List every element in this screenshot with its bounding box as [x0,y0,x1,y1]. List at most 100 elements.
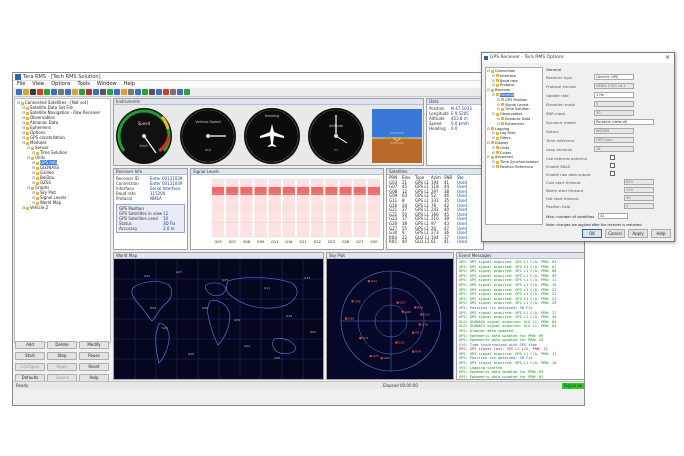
gps-position-box: GPS Position GPS Satellites in view 12 GPS… [116,204,185,233]
folder-icon [496,165,499,169]
checkbox[interactable] [610,155,615,160]
toolbar-button-icon[interactable] [30,89,36,95]
signal-label: G21 [299,240,306,244]
help-button[interactable]: Help [651,229,671,238]
project-tree[interactable]: ⊟ Connected Satellites - [Not set] ⊟ Satell… [14,98,111,343]
world-map: G03 G07 G08 G09 G11 G16 G21 G22 G23 G26 G27 G30 R04 R… [114,258,323,379]
toolbar-button-icon[interactable] [177,89,183,95]
toolbar-button-icon[interactable] [184,89,190,95]
tree-item[interactable]: ⊟ Vehicle 2 [17,205,110,210]
toolbar-button-icon[interactable] [16,89,22,95]
spin-label: Max. number of satellites [546,214,595,219]
menu-item-window[interactable]: Window [97,81,117,88]
sky-satellite-label: G08 [354,299,360,303]
ok-button[interactable]: OK [582,229,602,238]
toolbar-button-icon[interactable] [128,89,134,95]
tree-item-label: Protocol [500,83,515,88]
sky-satellite-label: G07 [415,331,421,335]
field-input[interactable]: Portable (default) [594,119,654,125]
menu-item-tools[interactable]: Tools [78,81,90,88]
start-button[interactable]: Start [15,352,45,360]
toolbar-button-icon[interactable] [86,89,92,95]
dialog-note: Note: changes are applied after the rece… [546,223,642,227]
modify-button[interactable]: Modify [79,341,109,349]
toolbar-button-icon[interactable] [114,89,120,95]
toolbar-button-icon[interactable] [65,89,71,95]
field-input[interactable]: NMEA 0183 v4.1 [594,83,634,89]
attitude-indicator [372,109,422,163]
apply-button[interactable]: Apply [628,229,648,238]
field-input[interactable]: 600 [624,179,654,185]
field-input[interactable]: WGS84 [594,128,634,134]
field-input[interactable]: 18 [594,146,634,152]
map-satellite-marker: G21 [162,326,168,330]
configure-button[interactable]: Configure [15,363,45,371]
field-label: Hot start timeout [546,196,579,201]
map-satellite-marker: G27 [222,278,228,282]
menu-item-help[interactable]: Help [124,81,135,88]
toolbar-button-icon[interactable] [100,89,106,95]
field-input[interactable]: GPS time [594,137,634,143]
signal-label: G27 [356,240,363,244]
tree-item-label: General [500,92,515,97]
event-log[interactable]: GPS: GPS signal acquired: GPS L1 C/A, PR… [457,259,584,379]
menu-item-options[interactable]: Options [51,81,70,88]
map-satellite-marker: R04 [150,306,156,310]
sky-satellite-label: G22 [398,341,404,345]
field-input[interactable]: 1 Hz [594,92,634,98]
field-input[interactable]: 0 [624,203,654,209]
event-log-panel: Event Messages GPS: GPS signal acquired:… [456,252,584,380]
sky-satellite-label: G26 [422,323,428,327]
sky-satellite-dot [395,341,398,344]
field-input[interactable]: 30 [624,195,654,201]
toolbar-button-icon[interactable] [93,89,99,95]
toolbar-button-icon[interactable] [79,89,85,95]
toolbar-button-icon[interactable] [121,89,127,95]
field-label: Datum [546,129,559,134]
toolbar-button-icon[interactable] [135,89,141,95]
field-input[interactable]: 5 [594,101,634,107]
field-input[interactable]: 30 [594,110,634,116]
field-input[interactable]: Generic GPS [594,74,634,80]
vertical-speed-label: Vertical Speed [195,120,220,124]
pause-button[interactable]: Pause [79,352,109,360]
data-panel: Data Position N 47.1033 Longitude E 9.5205 A… [426,98,484,166]
toolbar-button-icon[interactable] [107,89,113,95]
checkbox[interactable] [610,171,615,176]
toolbar-button-icon[interactable] [156,89,162,95]
toolbar-button-icon[interactable] [23,89,29,95]
tree-item[interactable]: ⊟ Position Reference [487,165,541,170]
menu-item-file[interactable]: File [17,81,25,88]
toolbar-button-icon[interactable] [51,89,57,95]
sky-satellite-dot [351,300,354,303]
checkbox[interactable] [610,163,615,168]
menu-item-view[interactable]: View [32,81,44,88]
spin-input[interactable]: 32 [598,213,628,219]
cancel-button[interactable]: Cancel [605,229,625,238]
toolbar-button-icon[interactable] [37,89,43,95]
folder-icon [496,83,499,87]
toolbar-button-icon[interactable] [58,89,64,95]
tree-item-label: Baud rate [500,78,518,83]
reset-button[interactable]: Reset [79,363,109,371]
delete-button[interactable]: Delete [47,341,77,349]
toolbar-button-icon[interactable] [149,89,155,95]
toolbar-button-icon[interactable] [72,89,78,95]
field-input[interactable]: 120 [624,187,654,193]
sky-satellite-dot [369,354,372,358]
toolbar-button-icon[interactable] [142,89,148,95]
signal-label: G07 [229,240,236,244]
toolbar-button-icon[interactable] [44,89,50,95]
options-tree[interactable]: ⊟ Connection ⊟ Interface ⊟ Baud rate ⊟ Protocol… [485,67,543,225]
apply-button[interactable]: Apply [47,363,77,371]
table-row[interactable]: R05 40 GLO L1 61 41 Used [389,240,481,245]
info-value: 2.0 m [163,226,175,231]
toolbar-button-icon[interactable] [163,89,169,95]
close-icon[interactable]: × [665,53,670,63]
signal-label: G11 [271,240,278,244]
stop-button[interactable]: Stop [47,352,77,360]
tree-item-label: Colors [500,150,512,155]
instruments-panel: Instruments Speed km/h Vertical Speed m/… [113,98,424,166]
toolbar-button-icon[interactable] [170,89,176,95]
add-button[interactable]: Add [15,341,45,349]
